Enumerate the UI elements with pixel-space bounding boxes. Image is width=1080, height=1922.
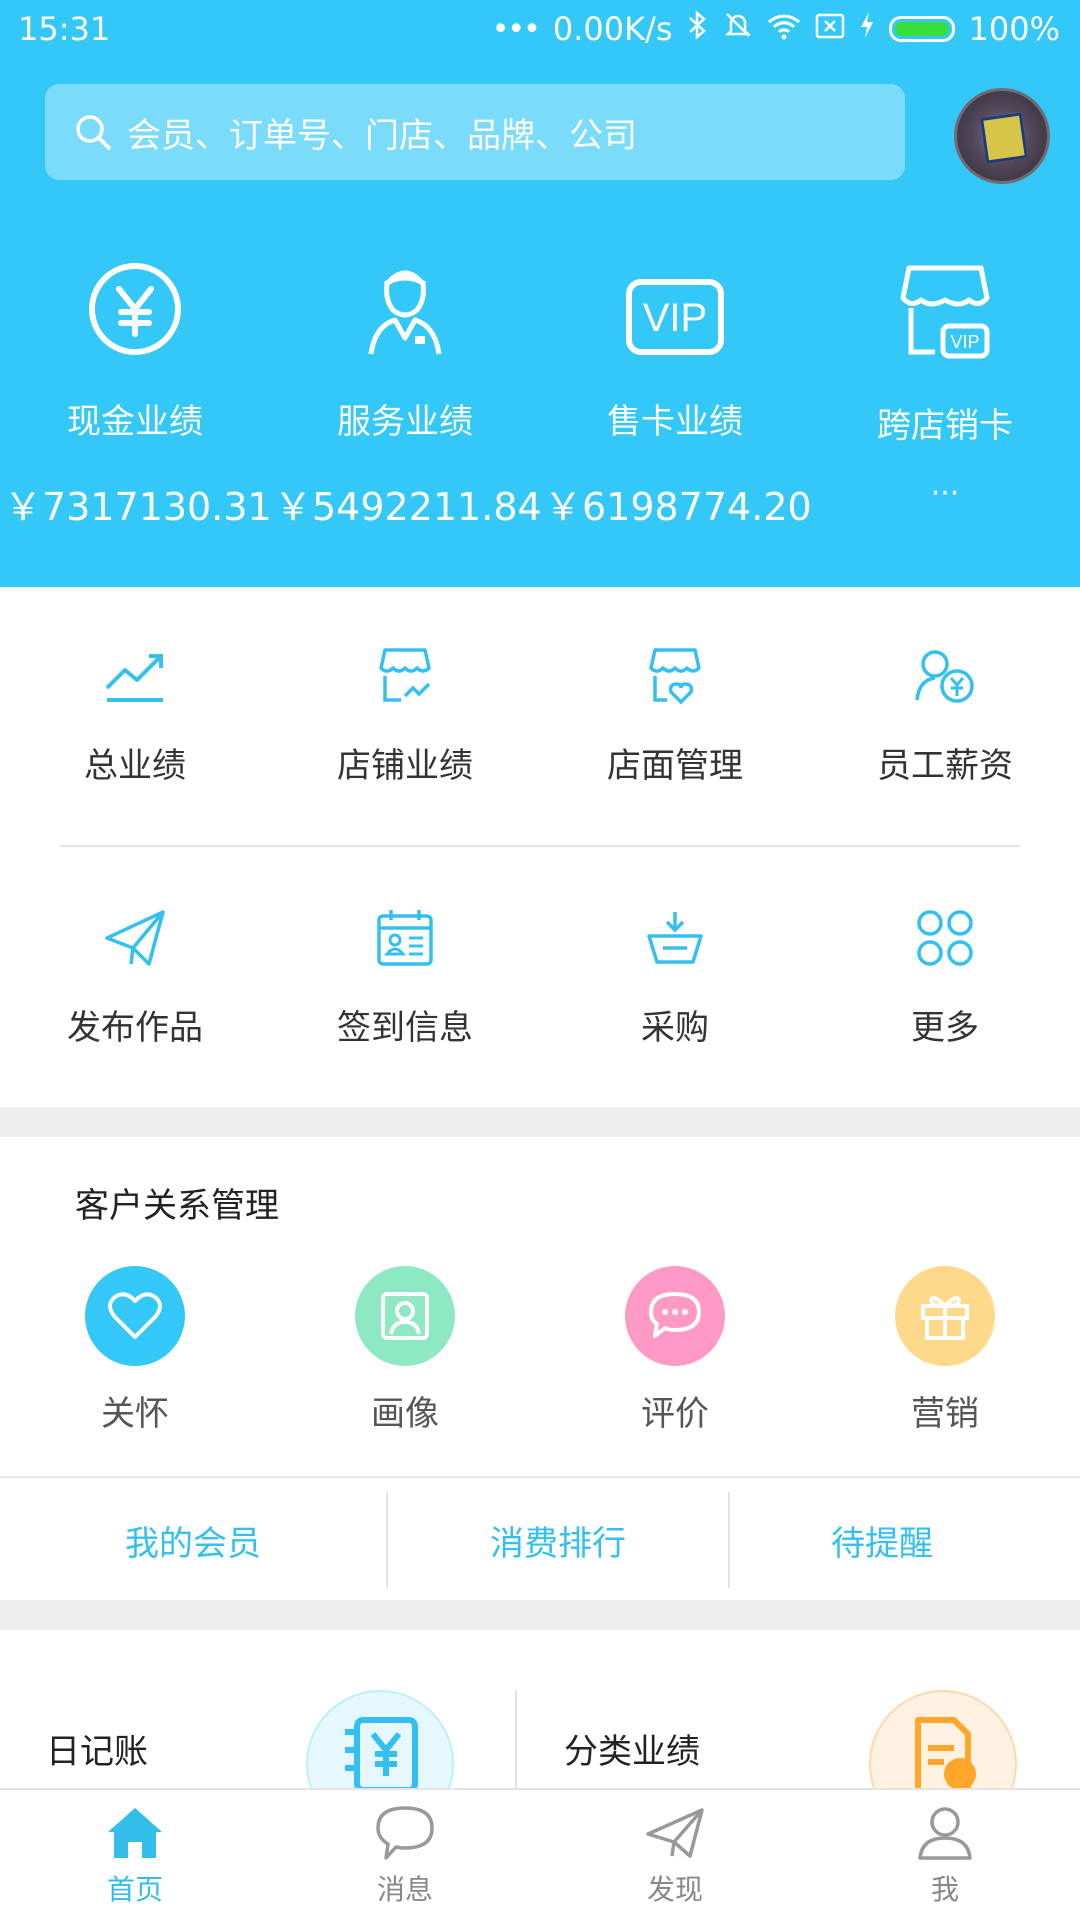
store-heart-icon xyxy=(540,636,810,716)
nav-discover[interactable]: 发现 xyxy=(540,1804,810,1908)
divider xyxy=(60,845,1020,847)
tab-consumption-ranking[interactable]: 消费排行 xyxy=(388,1478,728,1602)
card-title: 分类业绩 xyxy=(564,1732,700,1772)
report-icon xyxy=(869,1690,1017,1788)
grid-label: 更多 xyxy=(911,1008,979,1048)
vip-card-icon: VIP xyxy=(540,262,810,372)
grid-item-checkin-info[interactable]: 签到信息 xyxy=(270,898,540,1049)
nav-label: 消息 xyxy=(376,1873,433,1906)
portrait-icon xyxy=(355,1266,455,1366)
svg-text:VIP: VIP xyxy=(643,296,707,340)
employee-salary-icon xyxy=(810,636,1080,716)
no-sim-icon xyxy=(815,10,845,48)
stat-label: 服务业绩 xyxy=(337,402,473,442)
stat-label: 售卡业绩 xyxy=(607,402,743,442)
home-icon xyxy=(0,1804,270,1862)
crm-label: 评价 xyxy=(641,1394,709,1434)
section-separator xyxy=(0,1600,1080,1630)
crm-label: 营销 xyxy=(911,1394,979,1434)
status-time: 15:31 xyxy=(18,10,111,48)
grid-label: 店面管理 xyxy=(607,746,743,786)
crm-item-review[interactable]: 评价 xyxy=(540,1266,810,1435)
stat-card-sales[interactable]: VIP 售卡业绩 xyxy=(540,262,810,443)
stat-cross-store[interactable]: VIP 跨店销卡 xyxy=(810,262,1080,447)
ledger-icon xyxy=(306,1690,454,1788)
bluetooth-icon xyxy=(687,10,709,48)
paper-plane-icon xyxy=(0,898,270,978)
crm-item-care[interactable]: 关怀 xyxy=(0,1266,270,1435)
wifi-icon xyxy=(767,10,801,48)
store-vip-icon: VIP xyxy=(810,262,1080,372)
card-category-performance[interactable]: 分类业绩 xyxy=(517,1630,1080,1788)
card-title: 日记账 xyxy=(46,1732,148,1772)
nav-me[interactable]: 我 xyxy=(810,1804,1080,1908)
grid-label: 店铺业绩 xyxy=(337,746,473,786)
grid-item-employee-salary[interactable]: 员工薪资 xyxy=(810,636,1080,787)
avatar[interactable] xyxy=(954,88,1050,184)
chat-bubble-icon xyxy=(625,1266,725,1366)
nav-label: 首页 xyxy=(106,1873,163,1906)
gift-icon xyxy=(895,1266,995,1366)
nav-label: 发现 xyxy=(646,1873,703,1906)
status-icons: ••• 0.00K/s 100% xyxy=(492,10,1060,48)
stat-value-service: ￥5492211.84 xyxy=(274,485,542,529)
grid-item-publish-works[interactable]: 发布作品 xyxy=(0,898,270,1049)
more-dots[interactable]: ··· xyxy=(810,476,1080,511)
card-daily-ledger[interactable]: 日记账 xyxy=(0,1630,515,1788)
basket-icon xyxy=(540,898,810,978)
nav-home[interactable]: 首页 xyxy=(0,1804,270,1908)
dots-icon: ••• xyxy=(491,11,541,47)
crm-item-marketing[interactable]: 营销 xyxy=(810,1266,1080,1435)
message-icon xyxy=(270,1804,540,1862)
battery-icon xyxy=(888,16,955,42)
grid-item-purchase[interactable]: 采购 xyxy=(540,898,810,1049)
charging-icon xyxy=(859,10,875,48)
header-area: 15:31 ••• 0.00K/s 100% 会员、订单号、门店、品牌、公司 现… xyxy=(0,0,1080,587)
stat-value-cash: ￥7317130.31 xyxy=(4,485,272,529)
bottom-nav: 首页 消息 发现 我 xyxy=(0,1788,1080,1922)
stat-service[interactable]: 服务业绩 xyxy=(270,262,540,443)
grid-item-store-management[interactable]: 店面管理 xyxy=(540,636,810,787)
tab-pending-reminder[interactable]: 待提醒 xyxy=(730,1478,1034,1602)
svg-text:VIP: VIP xyxy=(950,332,979,352)
grid-item-more[interactable]: 更多 xyxy=(810,898,1080,1049)
section-separator xyxy=(0,1107,1080,1137)
grid-label: 员工薪资 xyxy=(877,746,1013,786)
grid-item-total-performance[interactable]: 总业绩 xyxy=(0,636,270,787)
crm-title: 客户关系管理 xyxy=(75,1186,279,1226)
four-circles-icon xyxy=(810,898,1080,978)
battery-percent: 100% xyxy=(968,10,1060,48)
grid-item-store-performance[interactable]: 店铺业绩 xyxy=(270,636,540,787)
store-chart-icon xyxy=(270,636,540,716)
network-speed: 0.00K/s xyxy=(552,10,673,48)
staff-icon xyxy=(270,262,540,372)
crm-tabs: 我的会员 消费排行 待提醒 xyxy=(0,1476,1080,1602)
search-bar[interactable]: 会员、订单号、门店、品牌、公司 xyxy=(45,84,905,180)
crm-label: 画像 xyxy=(371,1394,439,1434)
grid-label: 签到信息 xyxy=(337,1008,473,1048)
heart-icon xyxy=(85,1266,185,1366)
grid-label: 采购 xyxy=(641,1008,709,1048)
discover-plane-icon xyxy=(540,1804,810,1862)
user-icon xyxy=(810,1804,1080,1862)
crm-label: 关怀 xyxy=(101,1394,169,1434)
stat-cash[interactable]: 现金业绩 xyxy=(0,262,270,443)
stat-label: 跨店销卡 xyxy=(877,406,1013,446)
search-placeholder: 会员、订单号、门店、品牌、公司 xyxy=(127,115,637,156)
stat-value-card: ￥6198774.20 xyxy=(544,485,812,529)
yuan-circle-icon xyxy=(0,262,270,372)
grid-label: 总业绩 xyxy=(84,746,186,786)
stat-label: 现金业绩 xyxy=(67,402,203,442)
nav-label: 我 xyxy=(930,1873,959,1906)
grid-label: 发布作品 xyxy=(67,1008,203,1048)
nav-messages[interactable]: 消息 xyxy=(270,1804,540,1908)
tab-my-members[interactable]: 我的会员 xyxy=(0,1478,386,1602)
search-icon xyxy=(73,112,113,152)
trend-chart-icon xyxy=(0,636,270,716)
calendar-card-icon xyxy=(270,898,540,978)
mute-bell-icon xyxy=(723,10,753,48)
crm-item-portrait[interactable]: 画像 xyxy=(270,1266,540,1435)
